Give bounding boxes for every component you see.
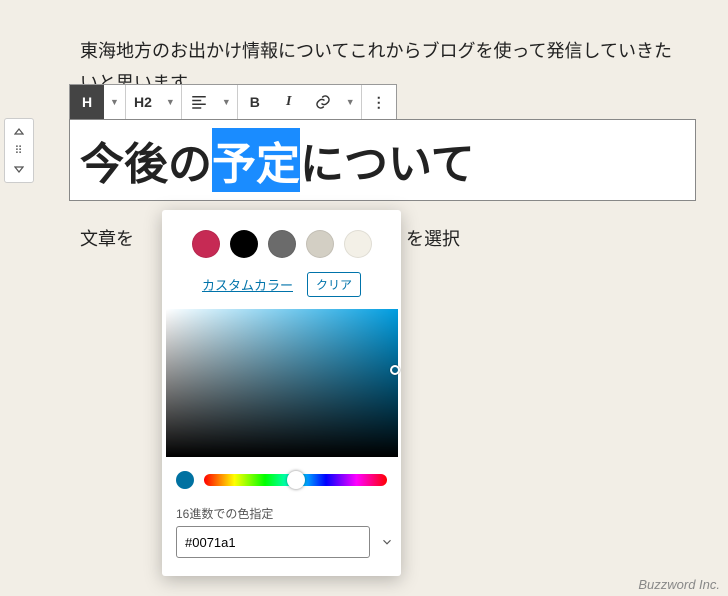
- block-type-dropdown[interactable]: ▼: [104, 85, 125, 119]
- color-swatch[interactable]: [268, 230, 296, 258]
- heading-text-before: 今後の: [80, 128, 212, 192]
- color-picker-popover: カスタムカラー クリア 16進数での色指定: [162, 210, 401, 576]
- color-swatch[interactable]: [306, 230, 334, 258]
- sv-thumb[interactable]: [390, 365, 400, 375]
- swatch-row: [162, 224, 401, 270]
- color-swatch[interactable]: [192, 230, 220, 258]
- align-dropdown[interactable]: ▼: [216, 85, 237, 119]
- heading-block[interactable]: 今後の予定について: [69, 119, 696, 201]
- more-options-button[interactable]: ⋮: [362, 85, 396, 119]
- drag-handle-icon[interactable]: ⠿: [14, 141, 23, 160]
- link-icon: [314, 93, 332, 111]
- heading-text-after: について: [300, 128, 475, 192]
- heading-text[interactable]: 今後の予定について: [80, 128, 475, 192]
- heading-level-dropdown[interactable]: ▼: [160, 85, 181, 119]
- under-text-left: 文章を: [80, 225, 134, 251]
- block-handle[interactable]: ⠿: [4, 118, 34, 183]
- color-swatch[interactable]: [230, 230, 258, 258]
- move-up-icon[interactable]: [9, 123, 29, 141]
- heading-level-button[interactable]: H2: [126, 85, 160, 119]
- link-button[interactable]: [306, 85, 340, 119]
- inline-format-dropdown[interactable]: ▼: [340, 85, 361, 119]
- align-button[interactable]: [182, 85, 216, 119]
- heading-text-selection: 予定: [212, 128, 300, 192]
- italic-button[interactable]: I: [272, 85, 306, 119]
- hue-thumb[interactable]: [287, 471, 305, 489]
- hex-label: 16進数での色指定: [162, 497, 401, 526]
- footer-brand: Buzzword Inc.: [638, 577, 720, 592]
- chevron-down-icon: [380, 535, 394, 549]
- color-swatch[interactable]: [344, 230, 372, 258]
- bold-button[interactable]: B: [238, 85, 272, 119]
- color-preview: [176, 471, 194, 489]
- custom-color-link[interactable]: カスタムカラー: [202, 275, 293, 294]
- hex-input[interactable]: [176, 526, 370, 558]
- under-text-right: を選択: [406, 225, 460, 251]
- block-toolbar: H ▼ H2 ▼ ▼ B I ▼ ⋮: [69, 84, 397, 120]
- move-down-icon[interactable]: [9, 160, 29, 178]
- heading-block-type-button[interactable]: H: [70, 85, 104, 119]
- clear-color-button[interactable]: クリア: [307, 272, 361, 297]
- hue-slider[interactable]: [204, 474, 387, 486]
- expand-toggle-button[interactable]: [380, 529, 394, 555]
- align-left-icon: [190, 93, 208, 111]
- saturation-value-area[interactable]: [166, 309, 398, 457]
